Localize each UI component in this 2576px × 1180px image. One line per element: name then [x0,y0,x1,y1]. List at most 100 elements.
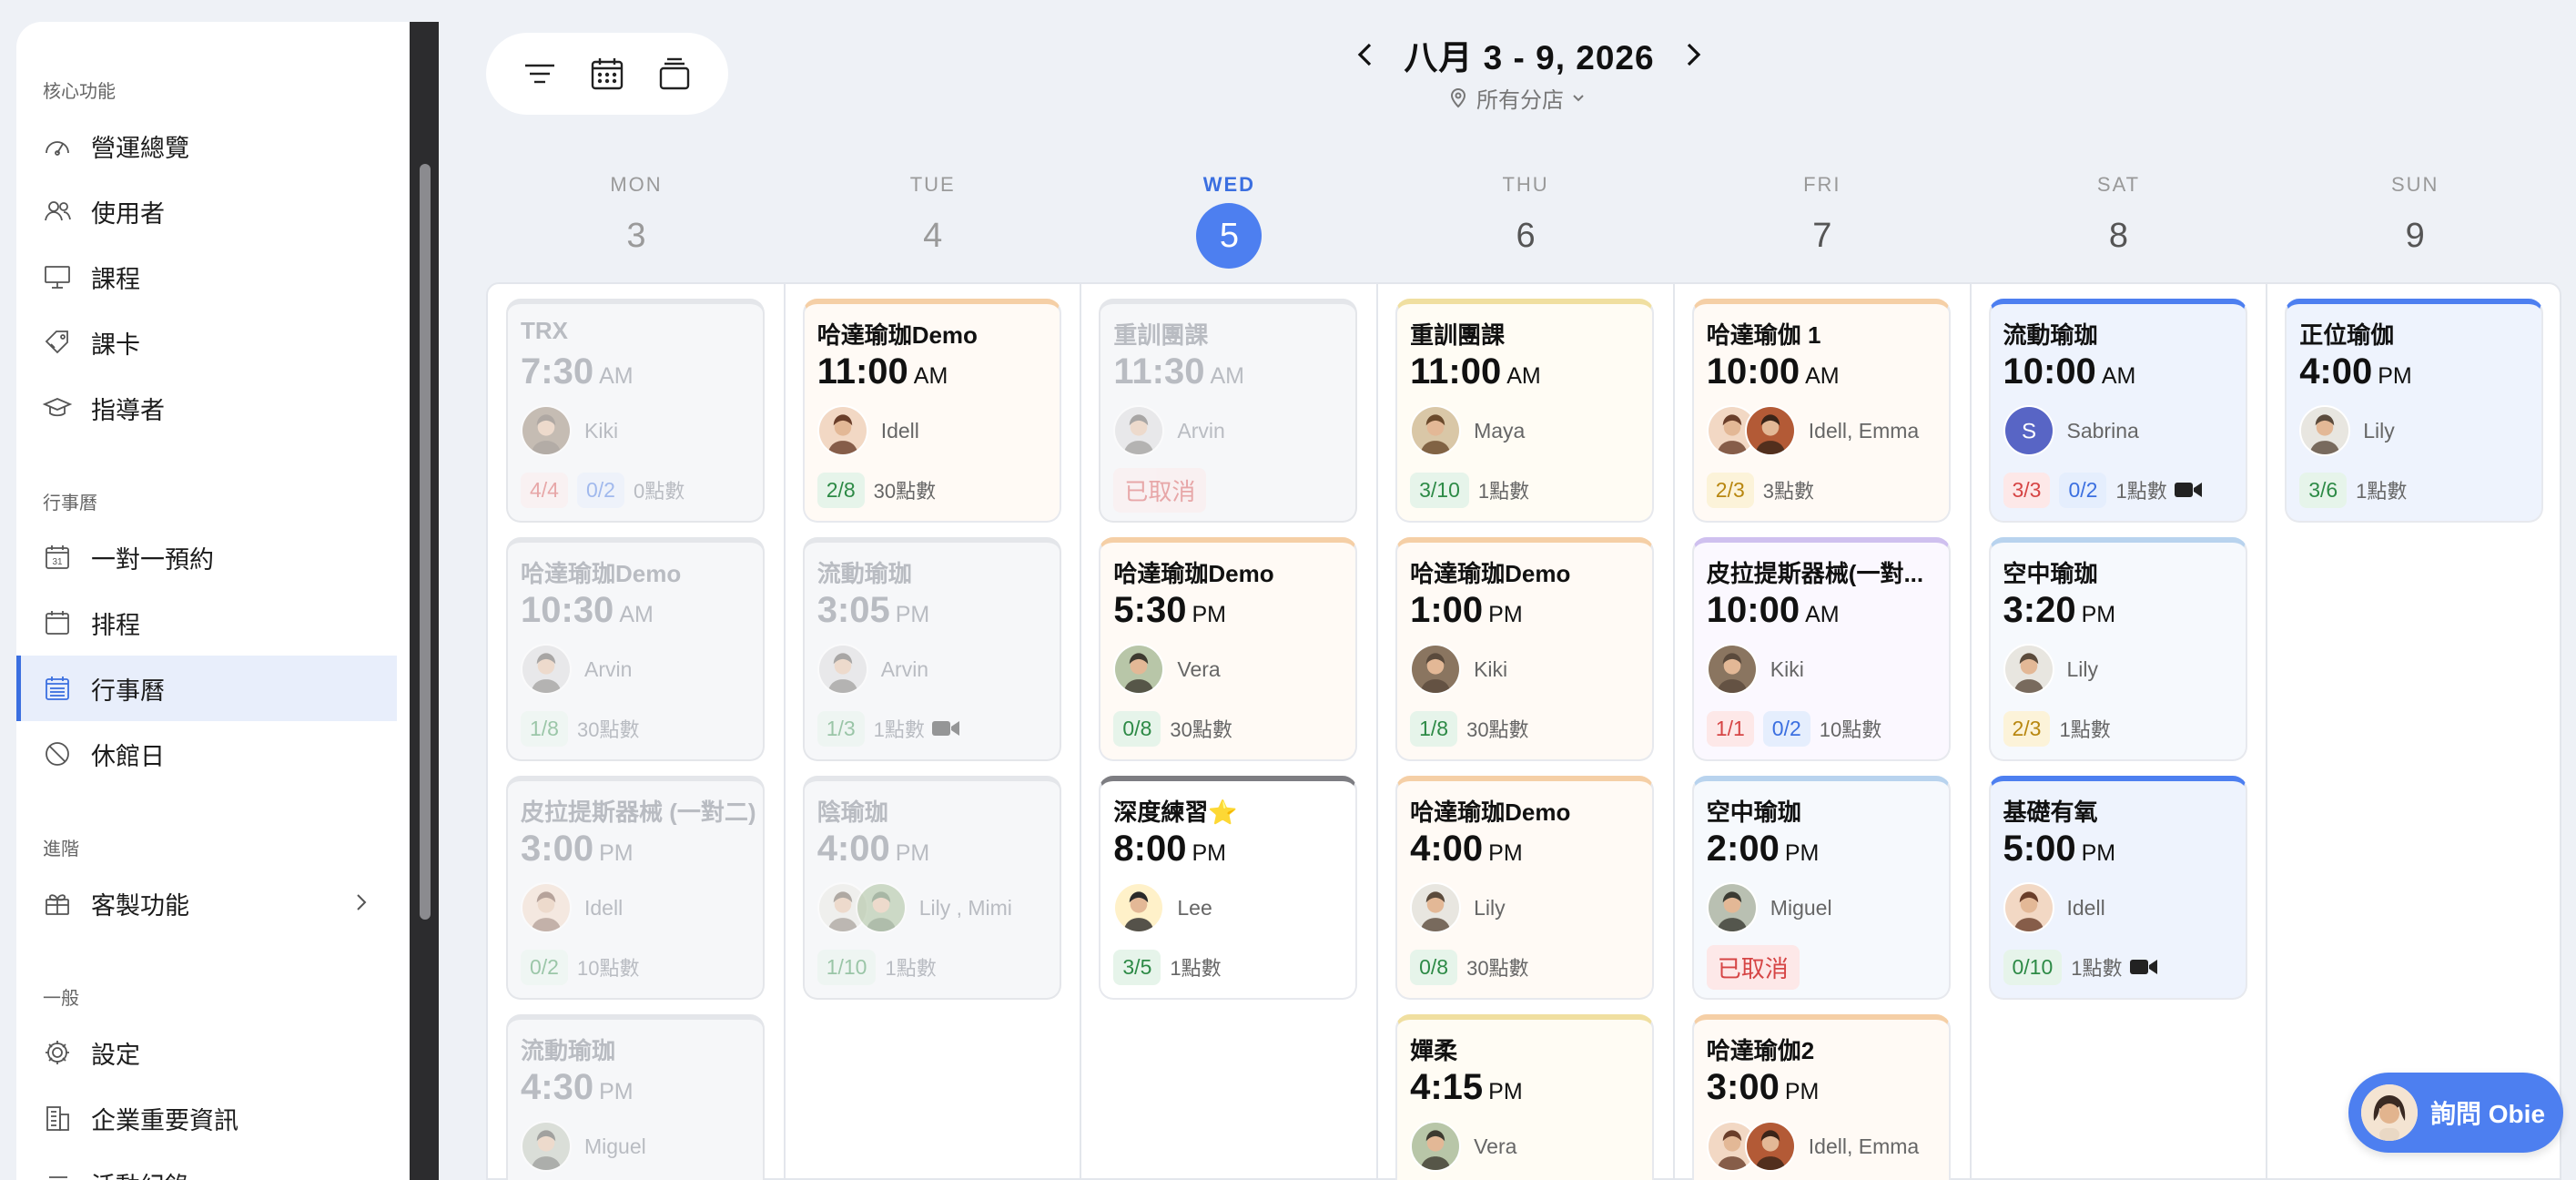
sidebar-item[interactable]: 排程 [16,590,397,656]
sidebar-item[interactable]: 課程 [16,244,397,310]
event-card[interactable]: 哈達瑜伽2 3:00 PM Idell, Emma [1691,1014,1951,1180]
sidebar-item[interactable]: 課卡 [16,310,397,375]
event-ampm: PM [1784,840,1820,866]
instructor-row: Idell [816,402,1060,459]
prev-week-button[interactable] [1349,38,1382,71]
day-header[interactable]: SUN 9 [2267,173,2563,259]
event-time: 3:05 PM [817,590,1060,637]
event-stats: 1/10 1點數 [816,949,1060,985]
event-card[interactable]: 深度練習⭐ 8:00 PM Lee 3/5 1點數 [1099,776,1358,1000]
instructor-avatar [816,405,868,456]
day-number: 8 [2108,217,2129,255]
event-card[interactable]: TRX 7:30 AM Kiki 4/4 0/2 0點數 [506,299,765,523]
instructor-row: S Sabrina [2003,402,2246,459]
sidebar-item-label: 設定 [91,1041,140,1069]
event-card[interactable]: 重訓團課 11:30 AM Arvin 已取消 [1099,299,1358,523]
day-header[interactable]: MON 3 [488,173,785,259]
day-header[interactable]: THU 6 [1377,173,1674,259]
event-card[interactable]: 空中瑜珈 2:00 PM Miguel 已取消 [1691,776,1951,1000]
event-card[interactable]: 流動瑜珈 3:05 PM Arvin 1/3 1點數 [802,537,1061,761]
event-ampm: AM [913,363,948,389]
sidebar-item[interactable]: 31 一對一預約 [16,524,397,590]
event-card[interactable]: 哈達瑜珈Demo 5:30 PM Vera 0/8 30點數 [1099,537,1358,761]
event-card[interactable]: 哈達瑜珈Demo 11:00 AM Idell 2/8 30點數 [802,299,1061,523]
sidebar-item[interactable]: 活動紀錄 [16,1151,397,1180]
event-card[interactable]: 陰瑜珈 4:00 PM Lily , Mimi 1/10 1點數 [802,776,1061,1000]
event-card[interactable]: 重訓團課 11:00 AM Maya 3/10 1點數 [1395,299,1655,523]
sidebar-item-label: 活動紀錄 [91,1166,189,1180]
capacity-badge: 3/3 [2003,472,2051,508]
day-header[interactable]: TUE 4 [785,173,1081,259]
event-card[interactable]: 流動瑜珈 10:00 AM S Sabrina 3/3 0/2 1點數 [1988,299,2247,523]
event-card[interactable]: 正位瑜伽 4:00 PM Lily 3/6 1點數 [2285,299,2544,523]
filter-button[interactable] [515,49,564,98]
day-header[interactable]: FRI 7 [1674,173,1971,259]
instructor-name: Lee [1177,895,1212,920]
sidebar-item-label: 排程 [91,611,140,639]
points-label: 1點數 [2115,480,2167,503]
stack-view-button[interactable] [650,49,699,98]
event-time: 3:20 PM [2003,590,2246,637]
sidebar-item[interactable]: 客製功能 [16,870,397,936]
event-title: 哈達瑜珈Demo [1410,799,1571,825]
sidebar-item[interactable]: 指導者 [16,375,397,441]
next-week-button[interactable] [1677,38,1709,71]
event-title: 哈達瑜珈Demo [1113,560,1274,586]
event-card[interactable]: 空中瑜珈 3:20 PM Lily 2/3 1點數 [1988,537,2247,761]
instructor-avatar [816,644,868,695]
event-ampm: AM [1805,602,1840,627]
sidebar-item[interactable]: 設定 [16,1020,397,1085]
event-card[interactable]: 流動瑜珈 4:30 PM Miguel [506,1014,765,1180]
sidebar-item-label: 課程 [91,265,140,293]
points-label: 10點數 [576,957,640,980]
sidebar-item[interactable]: 使用者 [16,178,397,244]
event-card[interactable]: 皮拉提斯器械(一對... 10:00 AM Kiki 1/1 0/2 10點數 [1691,537,1951,761]
instructor-name: Kiki [584,418,619,442]
event-time: 11:00 AM [817,351,1060,399]
event-title: 哈達瑜珈Demo [521,560,682,586]
location-pin-icon [1450,88,1466,108]
event-time: 3:00 PM [1707,1067,1949,1114]
board-icon [42,261,73,292]
stack-icon [659,57,690,90]
event-card[interactable]: 哈達瑜伽 1 10:00 AM Idell, Emma 2/3 3點數 [1691,299,1951,523]
capacity-badge: 2/8 [816,472,865,508]
day-number: 3 [626,217,646,255]
event-card[interactable]: 哈達瑜珈Demo 1:00 PM Kiki 1/8 30點數 [1395,537,1655,761]
event-card[interactable]: 哈達瑜珈Demo 10:30 AM Arvin 1/8 30點數 [506,537,765,761]
video-icon [931,719,959,738]
calendar-view-button[interactable] [583,49,632,98]
instructor-row: Lily [1410,880,1652,936]
event-time: 3:00 PM [521,829,763,876]
event-card[interactable]: 哈達瑜珈Demo 4:00 PM Lily 0/8 30點數 [1395,776,1655,1000]
event-card[interactable]: 皮拉提斯器械 (一對二) 3:00 PM Idell 0/2 10點數 [506,776,765,1000]
event-card[interactable]: 嬋柔 4:15 PM Vera [1395,1014,1655,1180]
capacity-badge: 3/10 [1410,472,1469,508]
capacity-badge: 4/4 [521,472,568,508]
event-time-value: 4:00 [2299,351,2373,392]
ask-obie-button[interactable]: 詢問 Obie [2348,1073,2563,1153]
sidebar-item[interactable]: 休館日 [16,721,397,787]
event-title: 陰瑜珈 [816,799,888,825]
event-stats: 已取消 [1113,467,1355,513]
event-time-value: 5:00 [2003,829,2076,869]
calendar-blank-icon [42,607,73,638]
sidebar-item[interactable]: 營運總覽 [16,113,397,178]
instructor-avatars [2003,644,2054,695]
instructor-avatars [1410,644,1462,695]
branch-selector[interactable]: 所有分店 [1447,82,1611,113]
capacity-badge: 0/2 [521,949,568,985]
instructor-avatars [1113,405,1165,456]
sidebar-item[interactable]: 行事曆 [16,656,397,721]
instructor-avatars [1706,882,1758,933]
sidebar-item-label: 行事曆 [91,676,165,705]
sidebar-item[interactable]: 企業重要資訊 [16,1085,397,1151]
event-card[interactable]: 基礎有氧 5:00 PM Idell 0/10 1點數 [1988,776,2247,1000]
day-header[interactable]: WED 5 [1080,173,1377,269]
video-icon [2174,481,2202,499]
instructor-name: Lily [1474,895,1506,920]
event-time: 11:30 AM [1113,351,1355,399]
day-header[interactable]: SAT 8 [1971,173,2267,259]
instructor-avatar [2003,644,2054,695]
sidebar-scrollbar-thumb[interactable] [420,164,431,920]
